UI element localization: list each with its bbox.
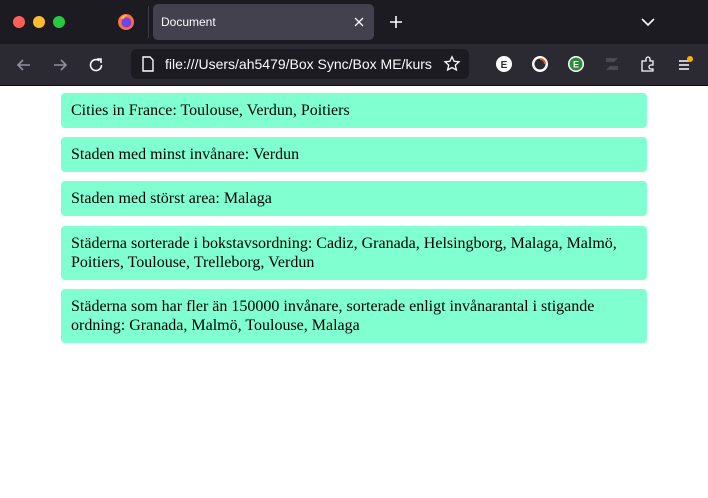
list-item: Staden med minst invånare: Verdun xyxy=(61,137,647,172)
evernote-icon[interactable]: E xyxy=(495,55,513,73)
e-extension-icon[interactable]: E xyxy=(567,55,585,73)
browser-chrome: Document file:///Users/ah5479/Box Sync/B… xyxy=(0,0,708,86)
firefox-icon[interactable] xyxy=(117,13,135,31)
url-bar[interactable]: file:///Users/ah5479/Box Sync/Box ME/kur… xyxy=(131,49,469,79)
tab-document[interactable]: Document xyxy=(153,4,374,40)
menu-icon[interactable] xyxy=(676,55,694,73)
close-tab-icon[interactable] xyxy=(352,15,366,29)
svg-text:E: E xyxy=(501,60,508,71)
new-tab-icon[interactable] xyxy=(387,13,405,31)
reload-icon[interactable] xyxy=(87,56,105,74)
forward-arrow-icon[interactable] xyxy=(51,56,69,74)
back-arrow-icon[interactable] xyxy=(15,56,33,74)
list-item: Städerna sorterade i bokstavsordning: Ca… xyxy=(61,226,647,280)
svg-text:E: E xyxy=(573,60,579,70)
window-close-button[interactable] xyxy=(13,16,25,28)
list-item: Staden med störst area: Malaga xyxy=(61,181,647,216)
url-text[interactable]: file:///Users/ah5479/Box Sync/Box ME/kur… xyxy=(165,56,437,72)
page-icon xyxy=(142,56,154,72)
clock-extension-icon[interactable] xyxy=(531,55,549,73)
window-minimize-button[interactable] xyxy=(33,16,45,28)
list-item: Cities in France: Toulouse, Verdun, Poit… xyxy=(61,93,647,128)
z-extension-icon[interactable] xyxy=(603,55,621,73)
chevron-down-icon[interactable] xyxy=(640,15,656,29)
window-zoom-button[interactable] xyxy=(53,16,65,28)
list-item: Städerna som har fler än 150000 invånare… xyxy=(61,289,647,343)
tab-separator xyxy=(148,6,149,38)
puzzle-icon[interactable] xyxy=(639,55,657,73)
tab-bar: Document xyxy=(0,0,708,44)
tab-title: Document xyxy=(161,15,216,29)
navigation-toolbar: file:///Users/ah5479/Box Sync/Box ME/kur… xyxy=(0,44,708,86)
bookmark-star-icon[interactable] xyxy=(443,55,461,73)
